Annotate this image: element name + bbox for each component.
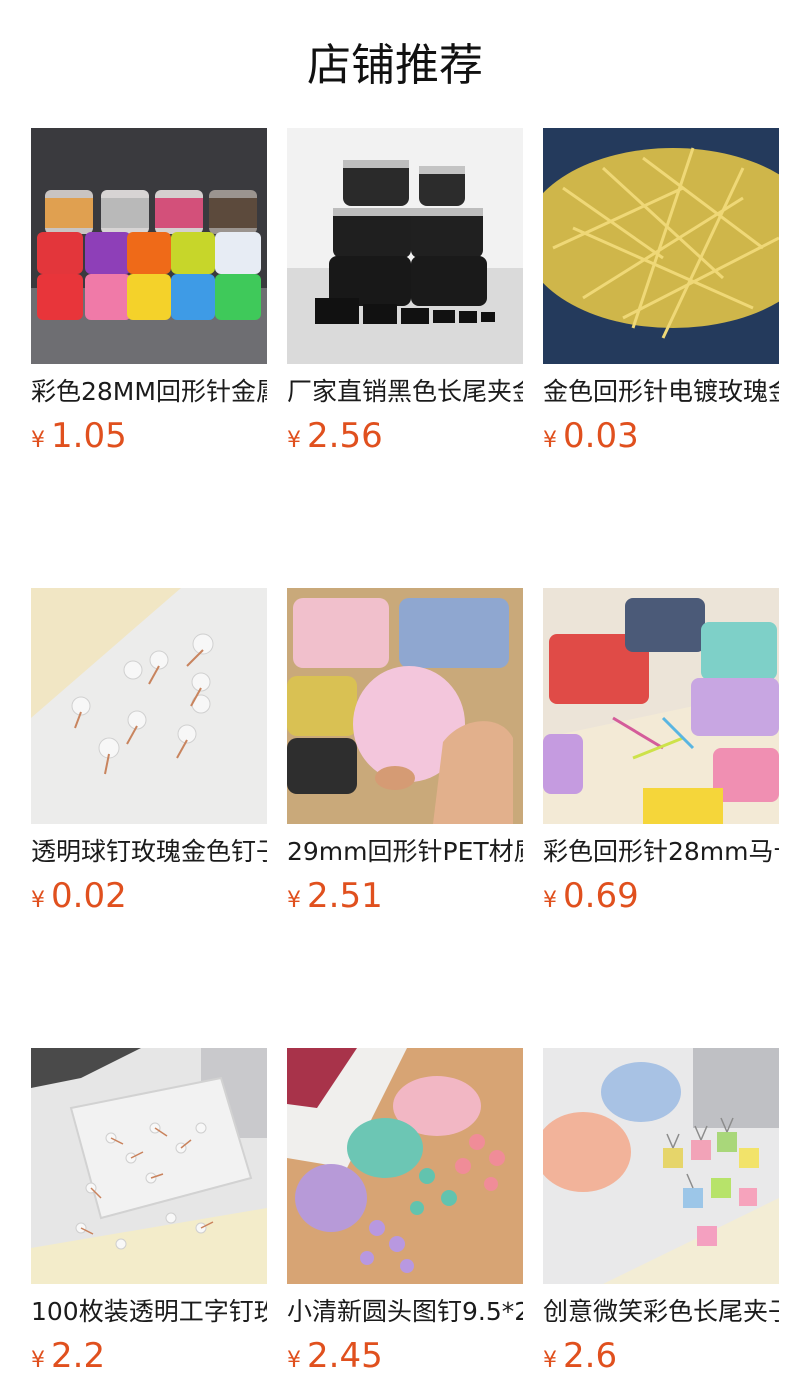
currency-symbol: ¥ — [543, 888, 557, 913]
product-card[interactable]: 创意微笑彩色长尾夹子 ¥2.6 — [543, 1048, 779, 1376]
product-name[interactable]: 厂家直销黑色长尾夹金属 — [287, 376, 523, 408]
product-price: ¥2.56 — [287, 416, 523, 456]
product-price: ¥0.69 — [543, 876, 779, 916]
product-image[interactable] — [31, 588, 267, 824]
product-name[interactable]: 29mm回形针PET材质 — [287, 836, 523, 868]
product-card[interactable]: 厂家直销黑色长尾夹金属 ¥2.56 — [287, 128, 523, 456]
currency-symbol: ¥ — [287, 1348, 301, 1373]
product-price: ¥1.05 — [31, 416, 267, 456]
product-card[interactable]: 29mm回形针PET材质 ¥2.51 — [287, 588, 523, 916]
price-value: 0.69 — [563, 876, 639, 916]
product-image[interactable] — [287, 128, 523, 364]
product-grid: 彩色28MM回形针金属书签 ¥1.05 厂家直销黑色长尾夹金属 — [31, 128, 779, 1376]
product-image[interactable] — [287, 588, 523, 824]
currency-symbol: ¥ — [287, 428, 301, 453]
product-price: ¥2.45 — [287, 1336, 523, 1376]
currency-symbol: ¥ — [543, 428, 557, 453]
product-image[interactable] — [31, 1048, 267, 1284]
product-card[interactable]: 透明球钉玫瑰金色钉子 ¥0.02 — [31, 588, 267, 916]
currency-symbol: ¥ — [287, 888, 301, 913]
product-price: ¥2.51 — [287, 876, 523, 916]
product-name[interactable]: 金色回形针电镀玫瑰金 — [543, 376, 779, 408]
product-price: ¥0.02 — [31, 876, 267, 916]
product-price: ¥0.03 — [543, 416, 779, 456]
page-title: 店铺推荐 — [307, 40, 483, 91]
product-image[interactable] — [31, 128, 267, 364]
product-card[interactable]: 彩色回形针28mm马卡龙 ¥0.69 — [543, 588, 779, 916]
product-image[interactable] — [287, 1048, 523, 1284]
product-image[interactable] — [543, 588, 779, 824]
product-name[interactable]: 透明球钉玫瑰金色钉子 — [31, 836, 267, 868]
price-value: 2.51 — [307, 876, 383, 916]
price-value: 2.6 — [563, 1336, 618, 1376]
price-value: 2.2 — [51, 1336, 106, 1376]
product-name[interactable]: 彩色回形针28mm马卡龙 — [543, 836, 779, 868]
price-value: 0.02 — [51, 876, 127, 916]
price-value: 2.56 — [307, 416, 383, 456]
product-card[interactable]: 100枚装透明工字钉玫瑰 ¥2.2 — [31, 1048, 267, 1376]
product-name[interactable]: 100枚装透明工字钉玫瑰 — [31, 1296, 267, 1328]
product-name[interactable]: 小清新圆头图钉9.5*20 — [287, 1296, 523, 1328]
product-card[interactable]: 彩色28MM回形针金属书签 ¥1.05 — [31, 128, 267, 456]
product-card[interactable]: 金色回形针电镀玫瑰金 ¥0.03 — [543, 128, 779, 456]
product-price: ¥2.6 — [543, 1336, 779, 1376]
product-image[interactable] — [543, 1048, 779, 1284]
product-card[interactable]: 小清新圆头图钉9.5*20 ¥2.45 — [287, 1048, 523, 1376]
price-value: 2.45 — [307, 1336, 383, 1376]
currency-symbol: ¥ — [31, 428, 45, 453]
product-image[interactable] — [543, 128, 779, 364]
product-price: ¥2.2 — [31, 1336, 267, 1376]
currency-symbol: ¥ — [31, 1348, 45, 1373]
product-name[interactable]: 创意微笑彩色长尾夹子 — [543, 1296, 779, 1328]
product-name[interactable]: 彩色28MM回形针金属书签 — [31, 376, 267, 408]
price-value: 0.03 — [563, 416, 639, 456]
price-value: 1.05 — [51, 416, 127, 456]
currency-symbol: ¥ — [543, 1348, 557, 1373]
currency-symbol: ¥ — [31, 888, 45, 913]
